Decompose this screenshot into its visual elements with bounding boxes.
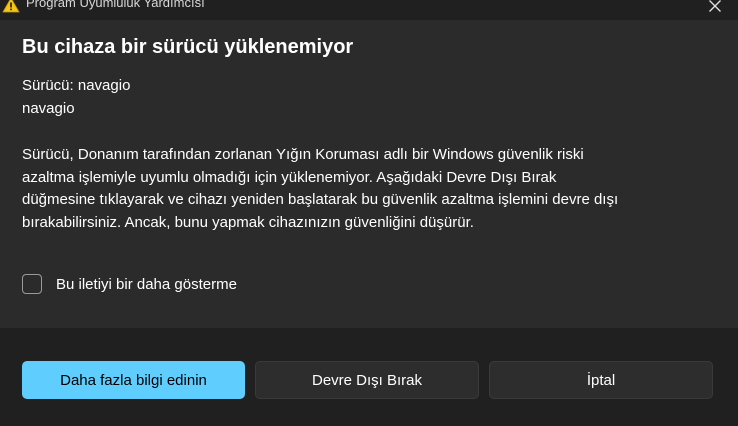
window-title: Program Uyumluluk Yardımcısı: [26, 0, 205, 10]
dont-show-again-checkbox[interactable]: [22, 274, 42, 294]
message-line: Sürücü, Donanım tarafından zorlanan Yığı…: [22, 146, 584, 163]
dont-show-again-label: Bu iletiyi bir daha gösterme: [56, 275, 237, 293]
driver-name: navagio: [22, 100, 75, 117]
message-line: bırakabilirsiniz. Ancak, bunu yapmak cih…: [22, 213, 474, 231]
title-bar: Program Uyumluluk Yardımcısı: [0, 0, 738, 20]
disable-button[interactable]: Devre Dışı Bırak: [255, 361, 479, 399]
message-line: azaltma işlemiyle uyumlu olmadığı için y…: [22, 168, 557, 186]
message-line: düğmesine tıklayarak ve cihazı yeniden b…: [22, 191, 619, 208]
cancel-button[interactable]: İptal: [489, 361, 713, 399]
close-icon: [708, 0, 722, 18]
dialog-footer: Daha fazla bilgi edinin Devre Dışı Bırak…: [0, 328, 738, 426]
dialog-message: Sürücü, Donanım tarafından zorlanan Yığı…: [22, 144, 722, 234]
compatibility-assistant-window: Program Uyumluluk Yardımcısı Bu cihaza b…: [0, 0, 738, 426]
dont-show-again-option[interactable]: Bu iletiyi bir daha gösterme: [22, 274, 237, 294]
warning-icon: [2, 0, 20, 13]
more-info-button[interactable]: Daha fazla bilgi edinin: [22, 361, 245, 399]
dialog-content: Bu cihaza bir sürücü yüklenemiyor Sürücü…: [0, 20, 738, 328]
dialog-heading: Bu cihaza bir sürücü yüklenemiyor: [22, 36, 354, 58]
close-button[interactable]: [692, 0, 738, 20]
driver-label: Sürücü: navagio: [22, 77, 131, 94]
